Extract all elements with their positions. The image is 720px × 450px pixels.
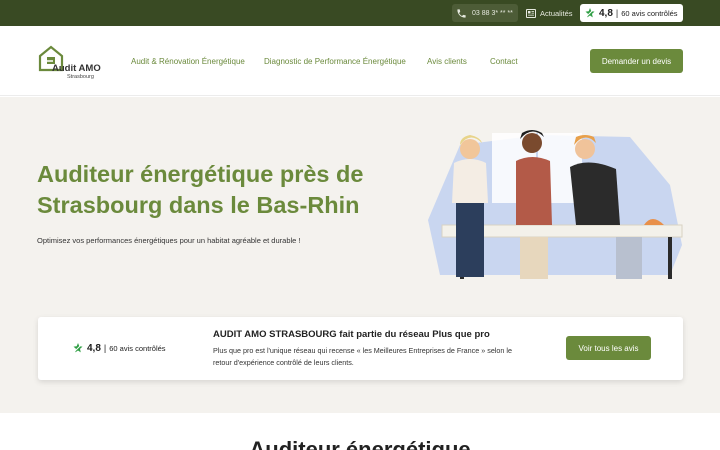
star-icon — [585, 8, 595, 18]
star-icon — [73, 343, 83, 353]
review-score: 4,8 — [87, 342, 101, 354]
logo-name: Audit AMO — [52, 63, 101, 74]
see-all-reviews-button[interactable]: Voir tous les avis — [566, 336, 651, 360]
review-card: 4,8 | 60 avis contrôlés AUDIT AMO STRASB… — [38, 317, 683, 380]
site-header: Audit AMO Strasbourg Audit & Rénovation … — [0, 26, 720, 96]
nav-diagnostic[interactable]: Diagnostic de Performance Énergétique — [264, 57, 406, 66]
news-link[interactable]: Actualités — [526, 6, 573, 20]
review-title: AUDIT AMO STRASBOURG fait partie du rése… — [213, 329, 490, 340]
news-label: Actualités — [540, 8, 573, 18]
quote-request-button[interactable]: Demander un devis — [590, 49, 683, 73]
nav-avis-clients[interactable]: Avis clients — [427, 57, 467, 66]
rating-count: 60 avis contrôlés — [621, 8, 678, 18]
hero-subtitle: Optimisez vos performances énergétiques … — [37, 236, 301, 245]
nav-contact[interactable]: Contact — [490, 57, 518, 66]
rating-score: 4,8 — [599, 7, 613, 19]
hero-title: Auditeur énergétique près de Strasbourg … — [37, 161, 364, 218]
logo-subtitle: Strasbourg — [67, 74, 94, 80]
newspaper-icon — [526, 8, 536, 18]
team-illustration — [428, 130, 683, 279]
hero-section: Auditeur énergétique près de Strasbourg … — [0, 97, 720, 413]
section-heading: Auditeur énergétique — [249, 437, 471, 450]
nav-audit-renovation[interactable]: Audit & Rénovation Énergétique — [131, 57, 245, 66]
review-rating-badge[interactable]: 4,8 | 60 avis contrôlés — [72, 339, 166, 357]
review-text: Plus que pro est l'unique réseau qui rec… — [213, 346, 513, 367]
review-separator: | — [103, 343, 107, 353]
phone-icon — [457, 8, 466, 18]
top-bar: 03 88 3* ** ** Actualités 4,8 | 60 avis … — [0, 0, 720, 26]
review-count: 60 avis contrôlés — [109, 343, 166, 353]
rating-separator: | — [615, 8, 619, 18]
phone-number: 03 88 3* ** ** — [472, 9, 513, 17]
phone-link[interactable]: 03 88 3* ** ** — [452, 4, 518, 22]
rating-badge[interactable]: 4,8 | 60 avis contrôlés — [580, 4, 683, 22]
site-logo[interactable]: Audit AMO Strasbourg — [37, 44, 107, 80]
